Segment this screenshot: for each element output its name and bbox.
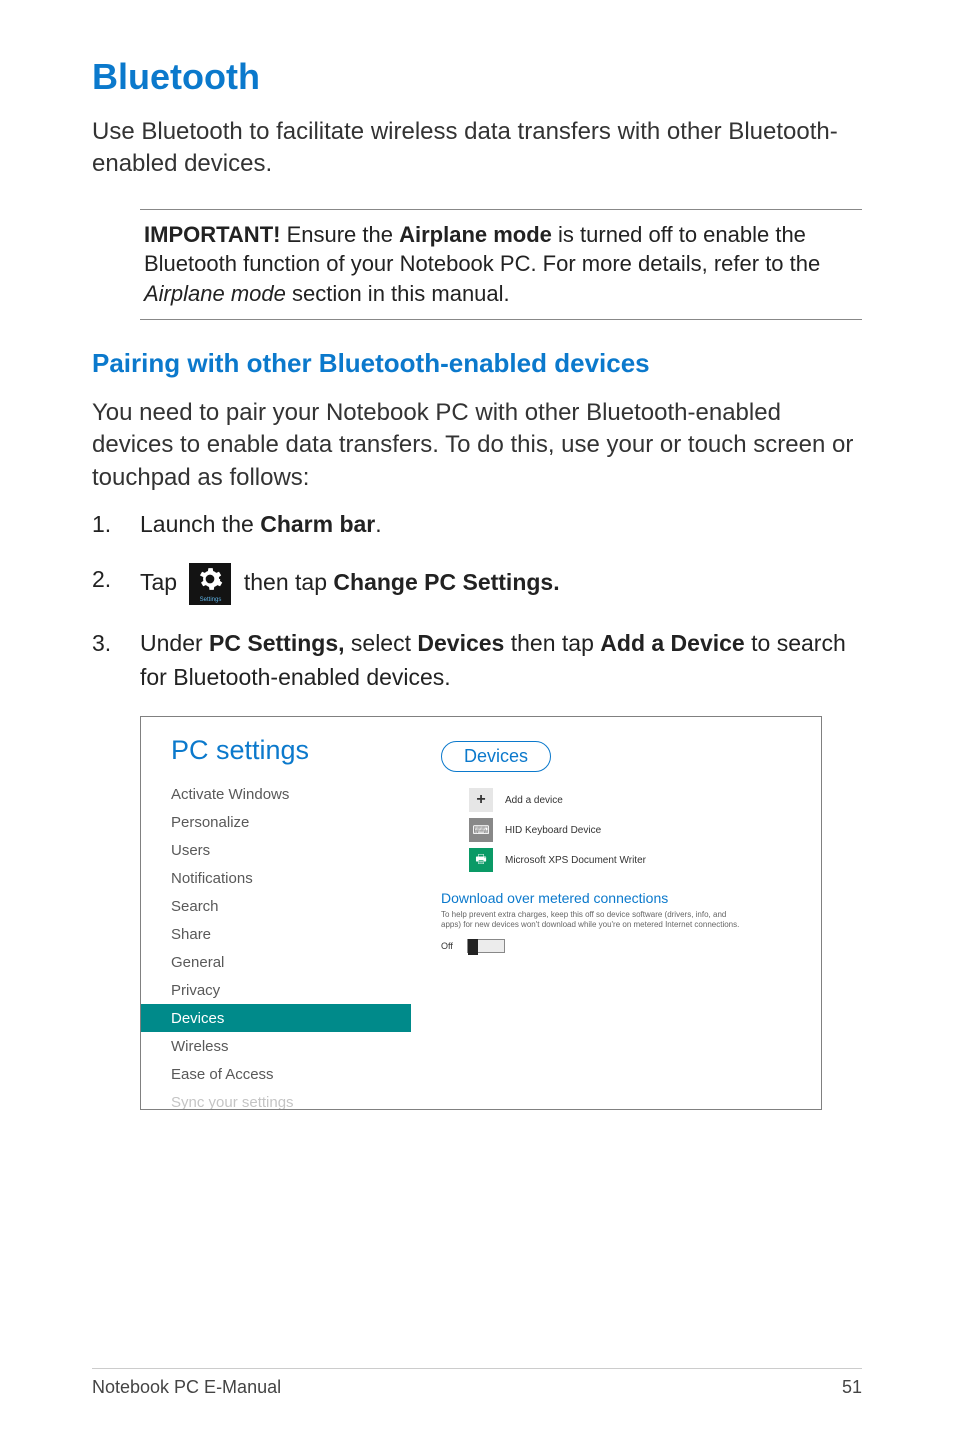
note-part3: section in this manual. [286, 281, 510, 306]
step2-text-b: then tap [244, 569, 334, 595]
device-keyboard-label: HID Keyboard Device [505, 825, 601, 836]
step3-devices: Devices [417, 630, 504, 656]
note-airplane-bold: Airplane mode [399, 222, 552, 247]
note-text: IMPORTANT! Ensure the Airplane mode is t… [140, 210, 862, 319]
printer-icon: 🖶 [469, 848, 493, 872]
subsection-intro: You need to pair your Notebook PC with o… [92, 397, 862, 494]
device-row-printer[interactable]: 🖶 Microsoft XPS Document Writer [469, 848, 801, 872]
note-airplane-italic: Airplane mode [144, 281, 286, 306]
sidebar-item-activate-windows[interactable]: Activate Windows [141, 780, 411, 808]
metered-subhead: Download over metered connections [441, 890, 801, 906]
page-footer: Notebook PC E-Manual 51 [92, 1368, 862, 1398]
step3-add-device: Add a Device [600, 630, 744, 656]
step3-text-e: then tap [504, 630, 600, 656]
add-device-label: Add a device [505, 795, 563, 806]
sidebar-item-search[interactable]: Search [141, 892, 411, 920]
sidebar-item-devices[interactable]: Devices [141, 1004, 411, 1032]
footer-title: Notebook PC E-Manual [92, 1377, 281, 1398]
step-2: Tap Settings then tap Change PC Settings… [92, 563, 862, 605]
add-device-row[interactable]: + Add a device [469, 788, 801, 812]
metered-toggle[interactable] [467, 939, 505, 953]
note-rule-bottom [140, 319, 862, 320]
pc-settings-screenshot: PC settings Activate Windows Personalize… [140, 716, 822, 1110]
step2-text-a: Tap [140, 569, 183, 595]
sidebar-item-sync-settings[interactable]: Sync your settings [141, 1088, 411, 1110]
keyboard-icon: ⌨ [469, 818, 493, 842]
step3-text-a: Under [140, 630, 209, 656]
plus-icon: + [469, 788, 493, 812]
sidebar-item-users[interactable]: Users [141, 836, 411, 864]
important-label: IMPORTANT! [144, 222, 280, 247]
settings-charm-icon: Settings [189, 563, 231, 605]
step-1: Launch the Charm bar. [92, 508, 862, 541]
metered-toggle-row: Off [441, 939, 801, 953]
subsection-heading: Pairing with other Bluetooth-enabled dev… [92, 348, 862, 379]
pc-settings-content: Devices + Add a device ⌨ HID Keyboard De… [441, 717, 821, 953]
section-heading: Bluetooth [92, 56, 862, 98]
devices-panel-header: Devices [441, 741, 551, 772]
metered-note: To help prevent extra charges, keep this… [441, 910, 741, 931]
important-note: IMPORTANT! Ensure the Airplane mode is t… [140, 209, 862, 320]
sidebar-item-personalize[interactable]: Personalize [141, 808, 411, 836]
settings-icon-label: Settings [189, 596, 231, 605]
sidebar-item-wireless[interactable]: Wireless [141, 1032, 411, 1060]
sidebar-item-share[interactable]: Share [141, 920, 411, 948]
step1-text-a: Launch the [140, 511, 260, 537]
step-3: Under PC Settings, select Devices then t… [92, 627, 862, 694]
step2-change-pc-settings: Change PC Settings. [333, 569, 559, 595]
steps-list: Launch the Charm bar. Tap Settings then … [92, 508, 862, 694]
toggle-state-label: Off [441, 941, 453, 951]
gear-icon [197, 566, 223, 592]
step1-text-c: . [375, 511, 381, 537]
step3-pc-settings: PC Settings, [209, 630, 344, 656]
pc-settings-sidebar: PC settings Activate Windows Personalize… [141, 717, 411, 1109]
toggle-knob [468, 939, 478, 955]
pc-settings-title: PC settings [141, 717, 411, 780]
step1-charm-bar: Charm bar [260, 511, 375, 537]
sidebar-item-notifications[interactable]: Notifications [141, 864, 411, 892]
note-part1: Ensure the [280, 222, 399, 247]
sidebar-item-general[interactable]: General [141, 948, 411, 976]
sidebar-item-ease-of-access[interactable]: Ease of Access [141, 1060, 411, 1088]
page-number: 51 [842, 1377, 862, 1398]
step3-text-c: select [345, 630, 418, 656]
intro-paragraph: Use Bluetooth to facilitate wireless dat… [92, 116, 862, 181]
device-printer-label: Microsoft XPS Document Writer [505, 855, 646, 866]
sidebar-item-privacy[interactable]: Privacy [141, 976, 411, 1004]
device-row-keyboard[interactable]: ⌨ HID Keyboard Device [469, 818, 801, 842]
